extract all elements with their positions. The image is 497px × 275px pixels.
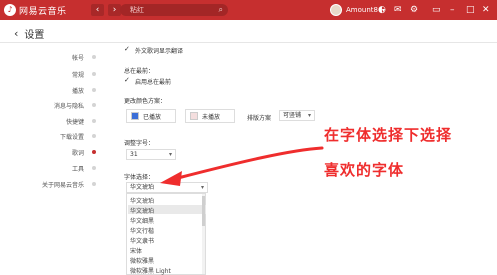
annotation-line-1: 在字体选择下选择 [324,126,453,144]
annotation-line-2: 喜欢的字体 [324,161,405,179]
